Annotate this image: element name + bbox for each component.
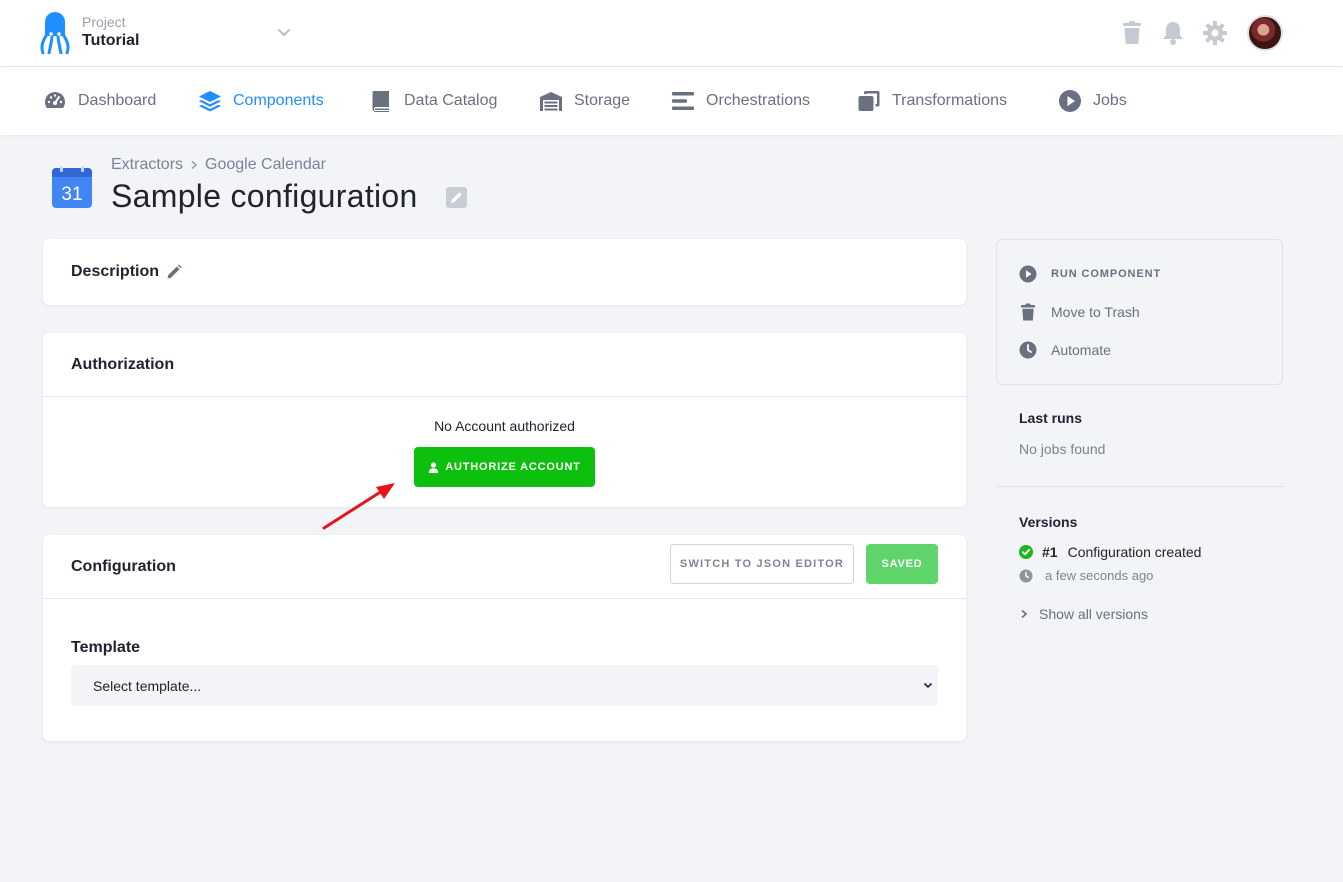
nav-label: Storage — [574, 92, 631, 109]
chevron-down-icon[interactable] — [276, 24, 292, 40]
nav-item-jobs[interactable]: Jobs — [1058, 89, 1127, 113]
chevron-down-icon — [923, 682, 933, 689]
run-component-button[interactable]: RUN COMPONENT — [1019, 265, 1161, 283]
nav-label: Jobs — [1093, 92, 1127, 109]
warehouse-icon — [540, 92, 562, 111]
component-actions-panel: RUN COMPONENT Move to Trash Automate — [996, 239, 1283, 385]
nav-item-storage[interactable]: Storage — [539, 89, 630, 113]
google-calendar-icon: 31 — [52, 166, 92, 208]
versions-title: Versions — [1019, 514, 1078, 530]
check-circle-icon — [1019, 545, 1033, 559]
page-title: Sample configuration — [111, 178, 418, 214]
calendar-day: 31 — [61, 184, 82, 205]
octopus-logo-icon[interactable] — [40, 12, 70, 54]
project-label: Project — [82, 14, 126, 30]
gauge-icon — [45, 92, 65, 108]
nav-item-components[interactable]: Components — [198, 89, 324, 113]
user-icon — [429, 461, 439, 473]
authorize-account-label: AUTHORIZE ACCOUNT — [445, 461, 581, 473]
nav-item-transformations[interactable]: Transformations — [857, 89, 1007, 113]
version-item[interactable]: #1 Configuration created — [1019, 544, 1201, 560]
pencil-icon — [451, 192, 462, 203]
automate-label: Automate — [1051, 342, 1111, 358]
description-card: Description — [43, 239, 966, 305]
bell-icon[interactable] — [1160, 20, 1186, 46]
version-number: #1 — [1042, 544, 1058, 560]
run-component-label: RUN COMPONENT — [1051, 268, 1162, 280]
card-divider — [43, 598, 966, 599]
authorize-account-button[interactable]: AUTHORIZE ACCOUNT — [414, 447, 595, 487]
copy-icon — [858, 91, 880, 111]
breadcrumb: Extractors Google Calendar — [111, 156, 326, 174]
bars-icon — [672, 92, 694, 110]
top-header: Project Tutorial — [0, 0, 1343, 67]
move-to-trash-button[interactable]: Move to Trash — [1019, 303, 1140, 321]
layers-icon — [199, 91, 221, 112]
clock-icon — [1019, 341, 1037, 359]
configuration-title: Configuration — [71, 558, 176, 575]
pencil-icon[interactable] — [166, 264, 182, 280]
breadcrumb-google-calendar[interactable]: Google Calendar — [205, 156, 326, 174]
nav-item-dashboard[interactable]: Dashboard — [43, 89, 156, 113]
version-time-row: a few seconds ago — [1019, 568, 1153, 583]
description-label: Description — [71, 263, 160, 280]
template-label: Template — [71, 639, 141, 656]
nav-label: Dashboard — [78, 92, 157, 109]
chevron-right-icon — [1021, 609, 1028, 619]
nav-label: Data Catalog — [404, 92, 498, 109]
play-circle-icon — [1059, 90, 1081, 112]
project-name[interactable]: Tutorial — [82, 32, 139, 50]
annotation-arrow-icon — [322, 483, 395, 530]
trash-icon — [1021, 303, 1035, 321]
nav-label: Components — [233, 92, 324, 109]
play-circle-icon — [1019, 265, 1037, 283]
last-runs-empty: No jobs found — [1019, 441, 1106, 457]
nav-label: Orchestrations — [706, 92, 811, 109]
card-divider — [43, 396, 966, 397]
last-runs-title: Last runs — [1019, 410, 1083, 426]
configuration-card: Configuration SWITCH TO JSON EDITOR SAVE… — [43, 535, 966, 741]
switch-to-json-editor-button[interactable]: SWITCH TO JSON EDITOR — [670, 544, 854, 584]
user-avatar[interactable] — [1247, 15, 1283, 51]
nav-label: Transformations — [892, 92, 1007, 109]
nav-item-orchestrations[interactable]: Orchestrations — [671, 89, 810, 113]
trash-icon[interactable] — [1119, 20, 1145, 46]
clock-icon — [1019, 569, 1033, 582]
version-time: a few seconds ago — [1045, 568, 1154, 583]
move-to-trash-label: Move to Trash — [1051, 304, 1140, 320]
authorization-status: No Account authorized — [434, 418, 575, 434]
show-all-versions-link[interactable]: Show all versions — [1019, 606, 1148, 622]
template-select-value: Select template... — [93, 677, 202, 694]
book-icon — [372, 91, 389, 112]
saved-button[interactable]: SAVED — [866, 544, 938, 584]
template-select[interactable]: Select template... — [71, 665, 938, 706]
authorization-title: Authorization — [71, 356, 175, 373]
chevron-right-icon — [191, 160, 198, 170]
show-all-versions-label: Show all versions — [1039, 606, 1148, 622]
sidebar-divider — [996, 486, 1283, 487]
gear-icon[interactable] — [1202, 20, 1228, 46]
nav-item-data-catalog[interactable]: Data Catalog — [369, 89, 497, 113]
edit-title-button[interactable] — [446, 187, 467, 208]
authorization-card: Authorization No Account authorized AUTH… — [43, 333, 966, 507]
main-navigation: Dashboard Components Data Catalog Storag… — [0, 67, 1343, 135]
breadcrumb-extractors[interactable]: Extractors — [111, 156, 183, 174]
version-description: Configuration created — [1067, 544, 1202, 560]
automate-button[interactable]: Automate — [1019, 341, 1111, 359]
